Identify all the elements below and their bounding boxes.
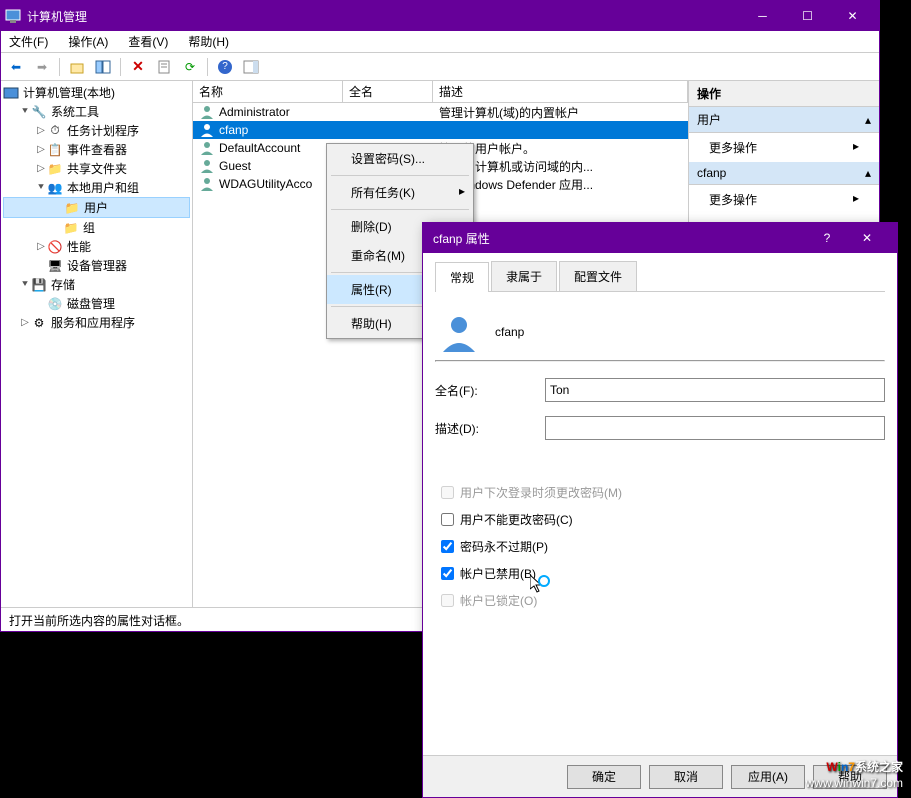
- checkbox[interactable]: [441, 513, 454, 526]
- tree-shared-folders[interactable]: ▷📁共享文件夹: [3, 159, 190, 178]
- dialog-help-button[interactable]: ?: [807, 231, 847, 245]
- tree-disk-management[interactable]: 💿磁盘管理: [3, 294, 190, 313]
- actions-more-users[interactable]: 更多操作▸: [689, 133, 879, 162]
- username-label: cfanp: [495, 325, 524, 339]
- tree-device-manager[interactable]: 🖥设备管理器: [3, 256, 190, 275]
- dialog-close-button[interactable]: ✕: [847, 231, 887, 245]
- collapse-icon[interactable]: ⯆: [19, 106, 31, 117]
- menu-file[interactable]: 文件(F): [5, 31, 52, 52]
- expand-icon[interactable]: ▷: [35, 144, 47, 155]
- user-icon: [199, 176, 215, 192]
- user-avatar-icon: [439, 312, 479, 352]
- col-desc[interactable]: 描述: [433, 81, 688, 102]
- check-account-locked: 帐户已锁定(O): [435, 592, 885, 609]
- tree-services-apps[interactable]: ▷⚙服务和应用程序: [3, 313, 190, 332]
- user-icon: [199, 104, 215, 120]
- chevron-right-icon: ▸: [459, 184, 465, 198]
- expand-icon[interactable]: ▷: [35, 125, 47, 136]
- delete-button[interactable]: ✕: [127, 56, 149, 78]
- help-button[interactable]: ?: [214, 56, 236, 78]
- user-icon: [199, 140, 215, 156]
- tab-profile[interactable]: 配置文件: [559, 261, 637, 291]
- tab-general[interactable]: 常规: [435, 262, 489, 292]
- apply-button[interactable]: 应用(A): [731, 765, 805, 789]
- user-row-cfanp[interactable]: cfanp: [193, 121, 688, 139]
- col-name[interactable]: 名称: [193, 81, 343, 102]
- list-header: 名称 全名 描述: [193, 81, 688, 103]
- user-row-administrator[interactable]: Administrator 管理计算机(域)的内置帐户: [193, 103, 688, 121]
- checkbox[interactable]: [441, 540, 454, 553]
- check-cannot-change-password[interactable]: 用户不能更改密码(C): [435, 511, 885, 528]
- ctx-set-password[interactable]: 设置密码(S)...: [327, 144, 473, 173]
- description-input[interactable]: [545, 416, 885, 440]
- tree-performance[interactable]: ▷🚫性能: [3, 237, 190, 256]
- collapse-icon: ▴: [865, 113, 871, 127]
- tree-users[interactable]: 📁用户: [3, 197, 190, 218]
- toolbar: ⬅ ➡ ✕ ⟳ ?: [1, 53, 879, 81]
- properties-dialog: cfanp 属性 ? ✕ 常规 隶属于 配置文件 cfanp 全名(F): 描述…: [422, 222, 898, 798]
- watermark: Win7系统之家 www.winwin7.com: [806, 755, 903, 790]
- fullname-input[interactable]: [545, 378, 885, 402]
- titlebar[interactable]: 计算机管理 ─ ☐ ✕: [1, 1, 879, 31]
- actions-header: 操作: [689, 81, 879, 107]
- close-button[interactable]: ✕: [830, 1, 875, 31]
- checkbox[interactable]: [441, 567, 454, 580]
- collapse-icon[interactable]: ⯆: [35, 182, 47, 193]
- user-icon: [199, 122, 215, 138]
- tabstrip: 常规 隶属于 配置文件: [435, 261, 885, 292]
- tree-storage[interactable]: ⯆💾存储: [3, 275, 190, 294]
- expand-icon[interactable]: ▷: [35, 241, 47, 252]
- col-fullname[interactable]: 全名: [343, 81, 433, 102]
- collapse-icon[interactable]: ⯆: [19, 279, 31, 290]
- back-button[interactable]: ⬅: [5, 56, 27, 78]
- expand-icon[interactable]: ▷: [19, 317, 31, 328]
- tree-task-scheduler[interactable]: ▷⏱任务计划程序: [3, 121, 190, 140]
- actions-group-users[interactable]: 用户▴: [689, 107, 879, 133]
- checkbox: [441, 594, 454, 607]
- tree-local-users-groups[interactable]: ⯆👥本地用户和组: [3, 178, 190, 197]
- tree-pane[interactable]: 计算机管理(本地) ⯆🔧系统工具 ▷⏱任务计划程序 ▷📋事件查看器 ▷📁共享文件…: [1, 81, 193, 607]
- description-label: 描述(D):: [435, 420, 545, 437]
- dialog-titlebar[interactable]: cfanp 属性 ? ✕: [423, 223, 897, 253]
- app-icon: [5, 8, 21, 24]
- cancel-button[interactable]: 取消: [649, 765, 723, 789]
- tree-system-tools[interactable]: ⯆🔧系统工具: [3, 102, 190, 121]
- minimize-button[interactable]: ─: [740, 1, 785, 31]
- action-pane-button[interactable]: [240, 56, 262, 78]
- checkbox: [441, 486, 454, 499]
- user-icon: [199, 158, 215, 174]
- check-must-change-password: 用户下次登录时须更改密码(M): [435, 484, 885, 501]
- fullname-label: 全名(F):: [435, 382, 545, 399]
- check-password-never-expires[interactable]: 密码永不过期(P): [435, 538, 885, 555]
- expand-icon[interactable]: ▷: [35, 163, 47, 174]
- actions-group-cfanp[interactable]: cfanp▴: [689, 162, 879, 185]
- dialog-title: cfanp 属性: [433, 230, 807, 247]
- show-hide-tree-button[interactable]: [92, 56, 114, 78]
- ctx-all-tasks[interactable]: 所有任务(K)▸: [327, 178, 473, 207]
- properties-button[interactable]: [153, 56, 175, 78]
- menubar: 文件(F) 操作(A) 查看(V) 帮助(H): [1, 31, 879, 53]
- check-account-disabled[interactable]: 帐户已禁用(B): [435, 565, 885, 582]
- menu-action[interactable]: 操作(A): [64, 31, 112, 52]
- up-button[interactable]: [66, 56, 88, 78]
- forward-button[interactable]: ➡: [31, 56, 53, 78]
- chevron-right-icon: ▸: [853, 139, 859, 156]
- tree-event-viewer[interactable]: ▷📋事件查看器: [3, 140, 190, 159]
- maximize-button[interactable]: ☐: [785, 1, 830, 31]
- menu-view[interactable]: 查看(V): [124, 31, 172, 52]
- ok-button[interactable]: 确定: [567, 765, 641, 789]
- refresh-button[interactable]: ⟳: [179, 56, 201, 78]
- collapse-icon: ▴: [865, 166, 871, 180]
- window-title: 计算机管理: [27, 8, 740, 25]
- tab-memberof[interactable]: 隶属于: [491, 261, 557, 291]
- tree-root[interactable]: 计算机管理(本地): [3, 83, 190, 102]
- actions-more-cfanp[interactable]: 更多操作▸: [689, 185, 879, 214]
- tree-groups[interactable]: 📁组: [3, 218, 190, 237]
- chevron-right-icon: ▸: [853, 191, 859, 208]
- menu-help[interactable]: 帮助(H): [184, 31, 233, 52]
